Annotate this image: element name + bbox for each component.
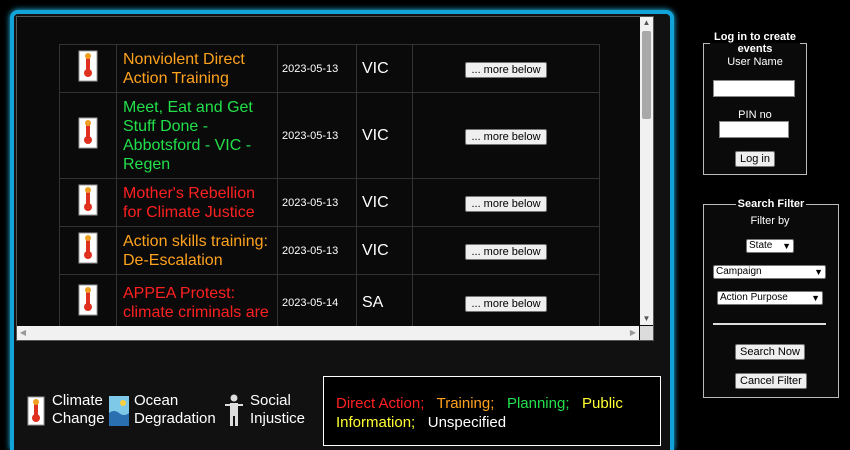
more-below-button[interactable]: ... more below: [465, 128, 547, 145]
pin-input[interactable]: [719, 121, 789, 138]
chevron-down-icon: ▼: [814, 267, 823, 277]
legend-ocean-label: Ocean Degradation: [134, 392, 216, 427]
key-direct-action: Direct Action;: [336, 395, 425, 412]
scroll-down-arrow-icon[interactable]: ▼: [640, 313, 653, 325]
event-row: Nonviolent Direct Action Training 2023-05…: [59, 44, 600, 93]
social-injustice-icon: [225, 394, 243, 426]
event-category-cell: [59, 274, 117, 331]
filter-by-label: Filter by: [750, 215, 790, 227]
event-title[interactable]: Mother's Rebellion for Climate Justice: [116, 178, 278, 227]
event-more-cell: ... more below: [412, 92, 600, 179]
scrollbar-corner: [640, 326, 653, 340]
event-row: Mother's Rebellion for Climate Justice 20…: [59, 178, 600, 227]
login-title: Log in to create events: [714, 31, 796, 55]
key-unspecified: Unspecified: [427, 414, 507, 431]
legend-social-label: Social Injustice: [250, 392, 306, 427]
scroll-right-arrow-icon[interactable]: ▶: [627, 326, 639, 340]
action-purpose-select[interactable]: Action Purpose ▼: [717, 291, 823, 305]
event-more-cell: ... more below: [412, 274, 600, 331]
more-below-button[interactable]: ... more below: [465, 243, 547, 260]
campaign-select-value: Campaign: [716, 266, 762, 277]
username-input[interactable]: [713, 80, 795, 97]
event-more-cell: ... more below: [412, 178, 600, 227]
event-category-cell: [59, 44, 117, 93]
state-select[interactable]: State ▼: [746, 239, 794, 253]
climate-change-icon: [78, 50, 98, 82]
legend-climate-label: Climate Change: [52, 392, 105, 427]
event-category-cell: [59, 178, 117, 227]
vertical-scrollbar[interactable]: ▲ ▼: [640, 17, 653, 325]
state-select-value: State: [749, 240, 773, 251]
event-row: Action skills training: De-Escalation 202…: [59, 226, 600, 275]
climate-change-icon: [78, 284, 98, 316]
event-date: 2023-05-14: [277, 274, 357, 331]
events-table: Nonviolent Direct Action Training 2023-05…: [59, 44, 600, 331]
event-row: Meet, Eat and Get Stuff Done - Abbotsfor…: [59, 92, 600, 179]
chevron-down-icon: ▼: [811, 293, 820, 303]
horizontal-scrollbar[interactable]: ◀ ▶: [17, 326, 639, 340]
filter-divider: [713, 323, 826, 325]
event-date: 2023-05-13: [277, 92, 357, 179]
event-row: APPEA Protest: climate criminals are 2023…: [59, 274, 600, 331]
climate-change-icon: [78, 232, 98, 264]
scroll-left-arrow-icon[interactable]: ◀: [17, 326, 29, 340]
event-state: VIC: [356, 92, 413, 179]
pin-label: PIN no: [738, 109, 772, 121]
username-label: User Name: [727, 56, 783, 68]
event-title[interactable]: Nonviolent Direct Action Training: [116, 44, 278, 93]
action-purpose-select-value: Action Purpose: [720, 292, 788, 303]
event-state: VIC: [356, 226, 413, 275]
events-panel: Nonviolent Direct Action Training 2023-05…: [16, 16, 654, 341]
campaign-select[interactable]: Campaign ▼: [713, 265, 826, 279]
event-category-cell: [59, 92, 117, 179]
event-state: SA: [356, 274, 413, 331]
scrollbar-thumb[interactable]: [642, 31, 651, 119]
climate-change-icon: [27, 396, 45, 426]
climate-change-icon: [78, 117, 98, 149]
event-state: VIC: [356, 44, 413, 93]
more-below-button[interactable]: ... more below: [465, 195, 547, 212]
cancel-filter-button[interactable]: Cancel Filter: [735, 373, 807, 389]
event-title[interactable]: APPEA Protest: climate criminals are: [116, 274, 278, 331]
event-more-cell: ... more below: [412, 44, 600, 93]
event-category-cell: [59, 226, 117, 275]
more-below-button[interactable]: ... more below: [465, 295, 547, 312]
action-type-key: Direct Action; Training; Planning; Publi…: [323, 376, 661, 446]
chevron-down-icon: ▼: [782, 241, 791, 251]
climate-change-icon: [78, 184, 98, 216]
search-now-button[interactable]: Search Now: [735, 344, 805, 360]
event-date: 2023-05-13: [277, 44, 357, 93]
more-below-button[interactable]: ... more below: [465, 61, 547, 78]
event-title[interactable]: Meet, Eat and Get Stuff Done - Abbotsfor…: [116, 92, 278, 179]
event-date: 2023-05-13: [277, 178, 357, 227]
key-training: Training;: [436, 395, 495, 412]
event-state: VIC: [356, 178, 413, 227]
scroll-up-arrow-icon[interactable]: ▲: [640, 17, 653, 29]
event-title[interactable]: Action skills training: De-Escalation: [116, 226, 278, 275]
login-button[interactable]: Log in: [735, 151, 775, 167]
event-more-cell: ... more below: [412, 226, 600, 275]
ocean-degradation-icon: [109, 396, 129, 426]
key-planning: Planning;: [506, 395, 570, 412]
event-date: 2023-05-13: [277, 226, 357, 275]
search-filter-title: Search Filter: [737, 198, 805, 210]
